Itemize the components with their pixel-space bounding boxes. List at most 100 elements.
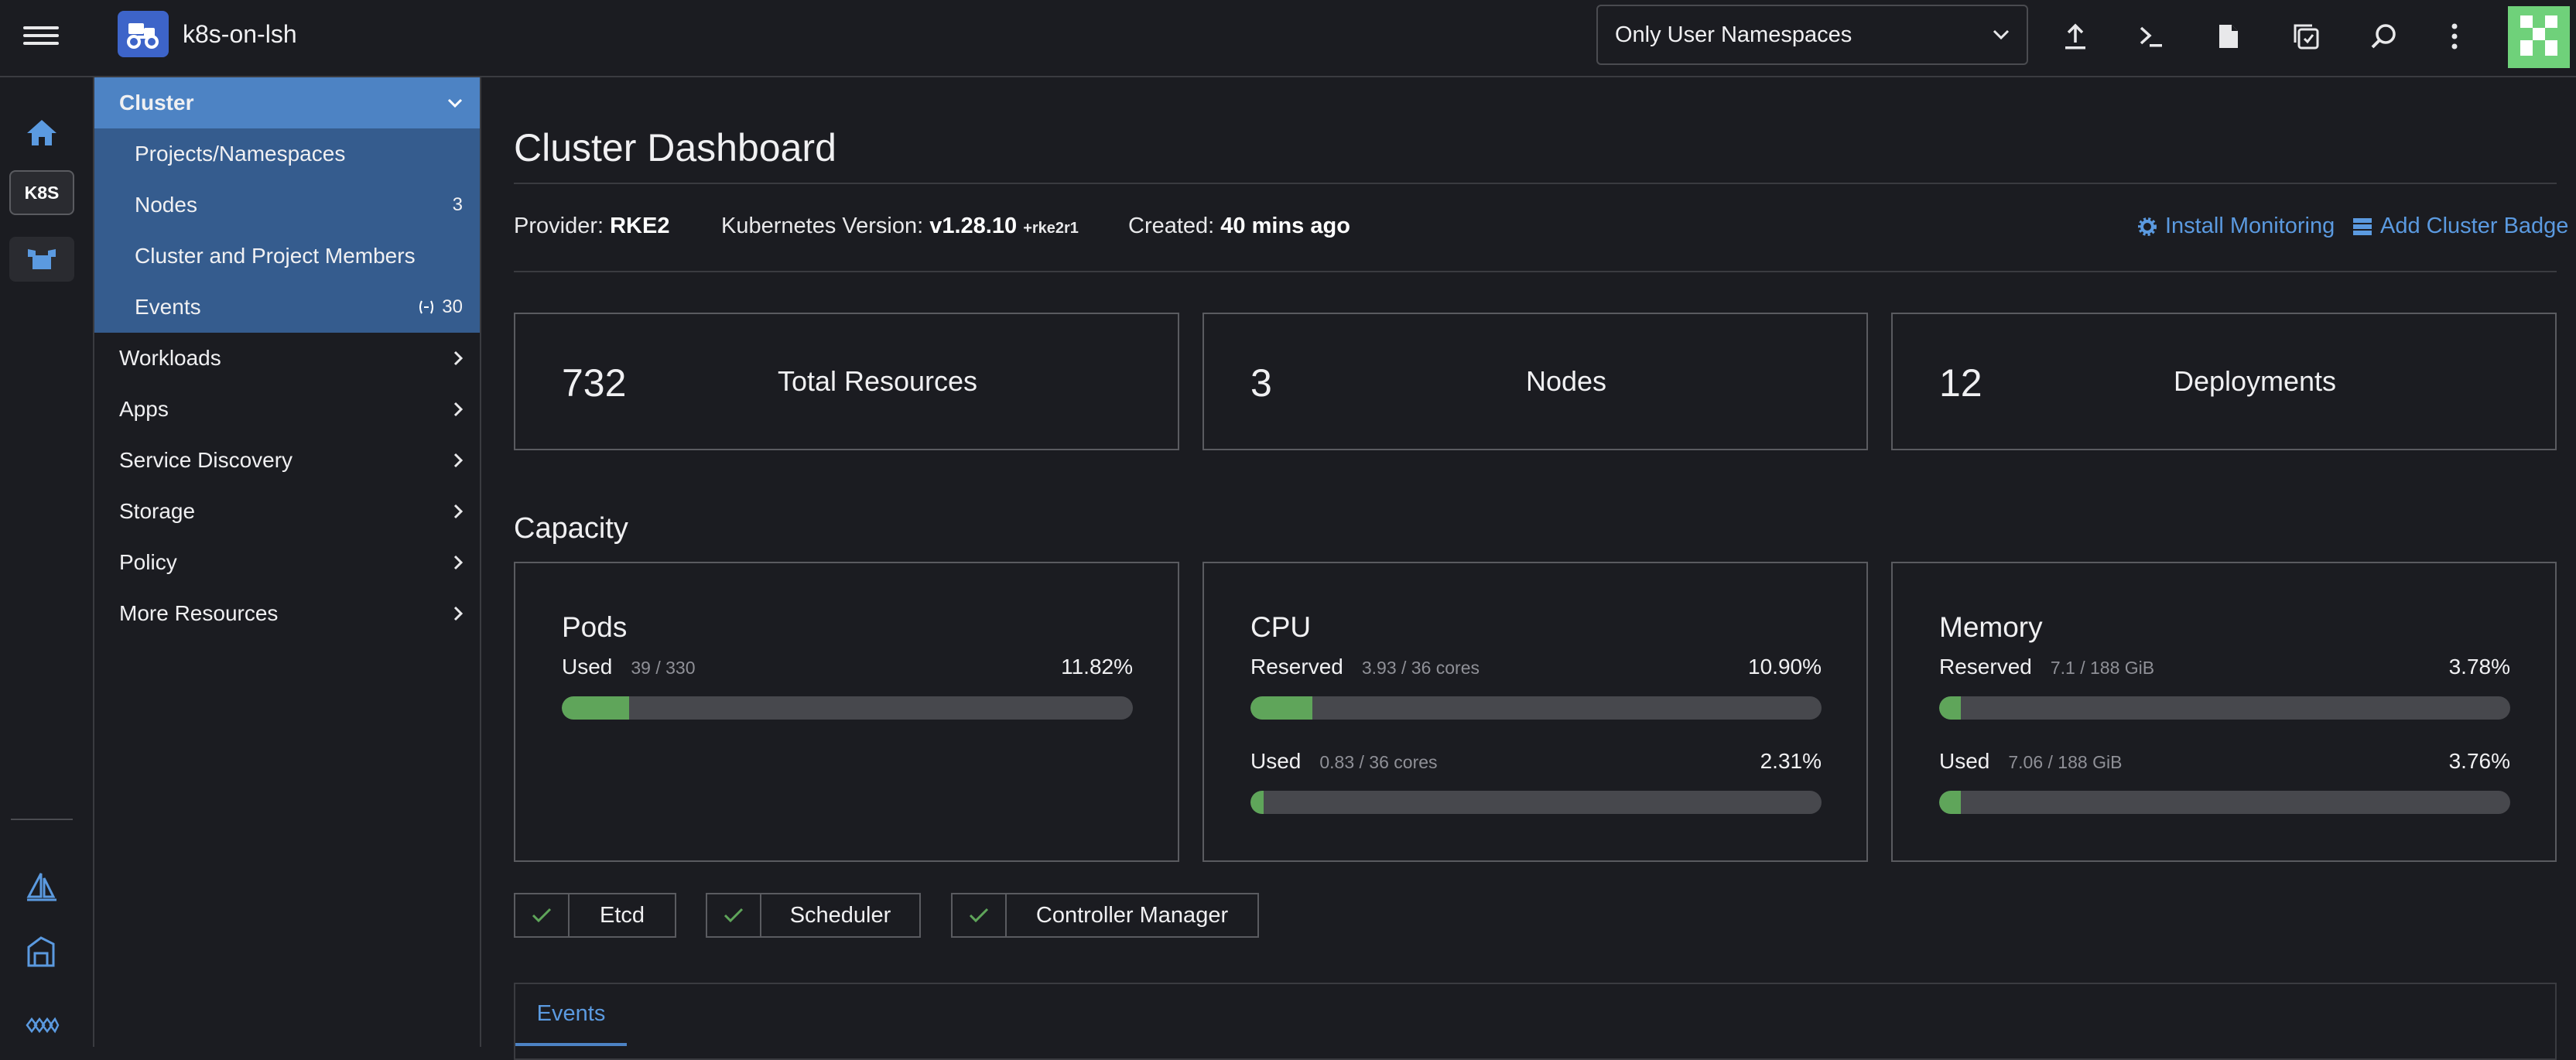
fleet-icon[interactable] [9,1003,74,1048]
meter-detail: 3.93 / 36 cores [1361,658,1480,678]
stat-label: Deployments [2173,365,2337,397]
home-icon[interactable] [9,110,74,155]
cluster-ranch-icon[interactable] [9,237,74,282]
cluster-name: k8s-on-lsh [183,20,297,48]
progress-bar [1939,791,2510,814]
nav-item-count: 30 [442,296,463,317]
nav-group-label: Workloads [119,346,221,370]
capacity-card-title: Memory [1939,611,2043,643]
nav-cluster-header[interactable]: Cluster [94,77,480,128]
nav-item-label: Events [135,295,201,319]
copy-config-icon[interactable] [2288,19,2324,54]
gear-icon [2138,217,2157,236]
top-header: k8s-on-lsh Only User Namespaces [0,0,2576,77]
stat-card-nodes[interactable]: 3 Nodes [1202,313,1868,450]
component-label: Etcd [599,902,645,928]
capacity-card-memory: Memory Reserved 7.1 / 188 GiB 3.78% Used… [1891,562,2557,862]
nav-group-label: Storage [119,499,196,523]
provider-info: Provider: RKE2 [514,214,669,239]
nav-group-policy[interactable]: Policy [94,537,480,588]
list-icon [2353,217,2372,235]
capacity-card-title: Pods [562,611,628,643]
checkmark-icon [953,894,1007,936]
component-status-controller-manager: Controller Manager [951,893,1259,938]
namespace-filter-select[interactable]: Only User Namespaces [1596,5,2028,65]
nav-item-label: Cluster and Project Members [135,244,416,268]
user-avatar[interactable] [2508,6,2570,68]
capacity-card-cpu: CPU Reserved 3.93 / 36 cores 10.90% Used… [1202,562,1868,862]
chevron-right-icon [453,555,463,570]
component-label: Controller Manager [1035,902,1229,928]
created-label: Created: [1128,214,1215,238]
provider-label: Provider: [514,214,604,238]
file-icon[interactable] [2211,19,2246,54]
events-panel: Events [514,983,2557,1060]
nav-cluster-label: Cluster [119,91,194,115]
progress-bar [1250,791,1822,814]
meta-divider [514,271,2557,272]
page-title: Cluster Dashboard [514,126,836,169]
chevron-right-icon [453,350,463,366]
tab-events[interactable]: Events [515,984,627,1046]
component-label: Scheduler [789,902,891,928]
nav-group-service-discovery[interactable]: Service Discovery [94,435,480,486]
nav-group-cluster: Cluster Projects/Namespaces Nodes 3 Clus… [94,77,480,333]
nav-group-label: Service Discovery [119,448,293,472]
progress-fill [1939,791,1961,814]
cpu-reserved-meter: Reserved 3.93 / 36 cores 10.90% [1250,655,1822,720]
search-icon[interactable] [2366,19,2401,54]
nav-item-nodes[interactable]: Nodes 3 [94,180,480,231]
cluster-k8s-label: K8S [24,182,60,203]
memory-used-meter: Used 7.06 / 188 GiB 3.76% [1939,749,2510,814]
chevron-down-icon [1993,29,2010,40]
capacity-card-title: CPU [1250,611,1312,643]
add-cluster-badge-label: Add Cluster Badge [2380,214,2569,238]
meter-percent: 2.31% [1760,749,1822,773]
nav-item-projects-namespaces[interactable]: Projects/Namespaces [94,128,480,180]
farm-icon[interactable] [9,928,74,973]
capacity-title: Capacity [514,512,628,545]
cluster-k8s-button[interactable]: K8S [9,170,74,215]
progress-fill [562,696,630,720]
upload-icon[interactable] [2058,19,2093,54]
progress-fill [1939,696,1961,720]
cluster-rail: K8S [0,77,94,1047]
meter-percent: 11.82% [1061,655,1133,679]
menu-icon[interactable] [23,22,59,53]
meter-detail: 0.83 / 36 cores [1319,752,1438,772]
nav-group-workloads[interactable]: Workloads [94,333,480,384]
progress-fill [1250,791,1264,814]
meter-label: Used [562,655,613,679]
pods-used-meter: Used 39 / 330 11.82% [562,655,1133,720]
memory-reserved-meter: Reserved 7.1 / 188 GiB 3.78% [1939,655,2510,720]
nav-item-events[interactable]: Events 30 [94,282,480,333]
stat-label: Nodes [1525,365,1607,397]
chevron-down-icon [447,98,463,108]
meter-percent: 3.78% [2448,655,2510,679]
sailboat-icon[interactable] [9,865,74,910]
add-cluster-badge-link[interactable]: Add Cluster Badge [2352,214,2568,239]
chevron-right-icon [453,606,463,621]
title-divider [514,183,2557,184]
nav-group-storage[interactable]: Storage [94,486,480,537]
progress-fill [1250,696,1313,720]
stat-label: Total Resources [777,365,978,397]
progress-bar [1939,696,2510,720]
tab-events-label: Events [536,1000,606,1026]
stat-card-total-resources[interactable]: 732 Total Resources [514,313,1179,450]
nav-group-more-resources[interactable]: More Resources [94,588,480,639]
install-monitoring-label: Install Monitoring [2165,214,2335,238]
nav-group-label: Policy [119,550,177,574]
nav-item-cluster-project-members[interactable]: Cluster and Project Members [94,231,480,282]
terminal-icon[interactable] [2133,19,2169,54]
k8s-version-suffix: +rke2r1 [1023,220,1079,237]
cpu-used-meter: Used 0.83 / 36 cores 2.31% [1250,749,1822,814]
stat-card-deployments[interactable]: 12 Deployments [1891,313,2557,450]
meter-label: Reserved [1250,655,1343,679]
chevron-right-icon [453,453,463,468]
meter-percent: 3.76% [2448,749,2510,773]
nav-group-apps[interactable]: Apps [94,384,480,435]
cluster-logo-icon [118,11,169,57]
more-vertical-icon[interactable] [2437,19,2472,54]
install-monitoring-link[interactable]: Install Monitoring [2137,214,2335,239]
